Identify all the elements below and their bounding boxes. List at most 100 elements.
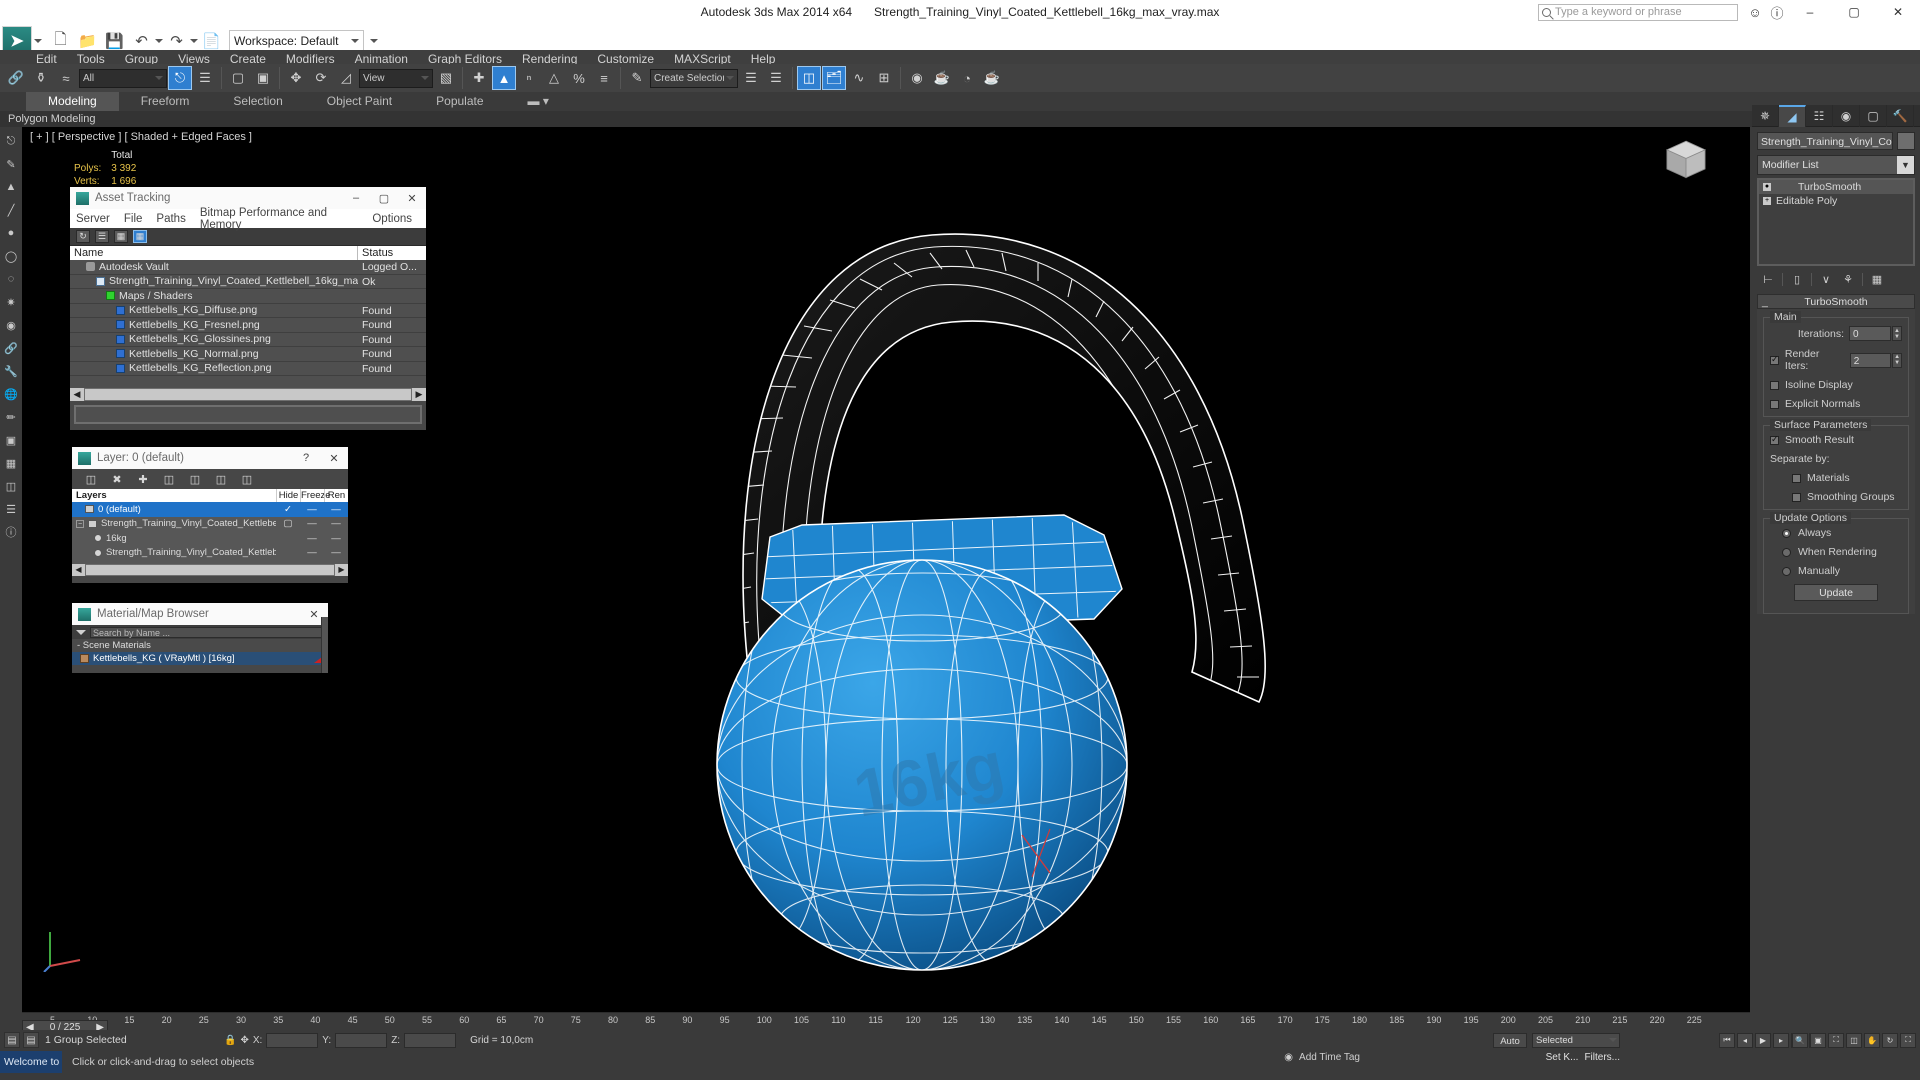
vertex-tool-icon[interactable]: ● bbox=[2, 224, 20, 242]
spinner-snap-icon[interactable]: ≡ bbox=[592, 66, 616, 90]
view-cube[interactable] bbox=[1660, 136, 1712, 188]
layer-column-freeze[interactable]: Freeze bbox=[300, 489, 331, 502]
layer-render-cell[interactable]: — bbox=[324, 504, 348, 515]
layer-row[interactable]: Strength_Training_Vinyl_Coated_Kettlebel… bbox=[72, 546, 348, 561]
asset-tracking-maximize[interactable]: ▢ bbox=[370, 187, 398, 209]
separate-smoothing-groups-checkbox[interactable] bbox=[1792, 492, 1801, 502]
separate-materials-checkbox[interactable] bbox=[1792, 473, 1801, 483]
modifier-list-combo[interactable]: Modifier List ▼ bbox=[1757, 155, 1915, 175]
rendered-frame-window-icon[interactable]: ◔ bbox=[955, 66, 979, 90]
brush-tool-icon[interactable]: ✏ bbox=[2, 408, 20, 426]
asset-column-status[interactable]: Status bbox=[358, 246, 426, 260]
render-production-icon[interactable]: ☕ bbox=[980, 66, 1004, 90]
add-time-tag-label[interactable]: Add Time Tag bbox=[1299, 1052, 1360, 1063]
z-input[interactable] bbox=[404, 1032, 457, 1048]
object-name-field[interactable]: Strength_Training_Vinyl_Coated_ bbox=[1757, 132, 1893, 150]
make-unique-icon[interactable]: ∨ bbox=[1818, 272, 1834, 287]
zoom-all-icon[interactable]: ▣ bbox=[1810, 1032, 1826, 1048]
motion-tab[interactable]: ◉ bbox=[1833, 105, 1860, 127]
layer-manager-icon[interactable]: ◫ bbox=[797, 66, 821, 90]
ribbon-tab-object-paint[interactable]: Object Paint bbox=[305, 92, 414, 111]
select-tool-icon[interactable]: ⎋ bbox=[2, 132, 20, 150]
list-tool-icon[interactable]: ☰ bbox=[2, 500, 20, 518]
asset-row[interactable]: Maps / Shaders bbox=[70, 289, 426, 304]
bind-to-space-warp-icon[interactable]: ≈ bbox=[54, 66, 78, 90]
paint-tool-icon[interactable]: ✎ bbox=[2, 155, 20, 173]
material-map-browser[interactable]: Material/Map Browser ✕ Search by Name ..… bbox=[72, 603, 328, 673]
select-objects-icon[interactable]: ◫ bbox=[162, 472, 176, 486]
signin-icon[interactable]: ☺ bbox=[1744, 2, 1766, 22]
pan-icon[interactable]: ✋ bbox=[1864, 1032, 1880, 1048]
workspace-selector[interactable]: Workspace: Default bbox=[229, 30, 364, 52]
qa-more-caret-icon[interactable] bbox=[369, 39, 378, 43]
asset-tracking-hscrollbar[interactable]: ◀ ▶ bbox=[70, 388, 426, 401]
maximize-button[interactable]: ▢ bbox=[1832, 0, 1876, 24]
rollout-collapse-icon[interactable]: _ bbox=[1762, 295, 1768, 310]
modifier-stack[interactable]: ● TurboSmooth + Editable Poly bbox=[1757, 178, 1915, 266]
app-menu-caret-icon[interactable] bbox=[34, 39, 42, 43]
layer-render-cell[interactable]: — bbox=[324, 533, 348, 544]
cube-tool-icon[interactable]: ▣ bbox=[2, 431, 20, 449]
expand-collapse-icon[interactable]: − bbox=[76, 519, 84, 528]
select-by-name-icon[interactable]: ☰ bbox=[193, 66, 217, 90]
y-input[interactable] bbox=[335, 1032, 388, 1048]
add-selection-icon[interactable]: ✚ bbox=[136, 472, 150, 486]
update-when-rendering-radio[interactable] bbox=[1782, 547, 1791, 557]
circle-tool-icon[interactable]: ◌ bbox=[2, 270, 20, 288]
script-listener-icon[interactable]: ▤ bbox=[4, 1032, 20, 1048]
previous-frame-icon[interactable]: ◂ bbox=[1737, 1032, 1753, 1048]
scroll-thumb[interactable] bbox=[86, 565, 334, 575]
percent-snap-icon[interactable]: % bbox=[567, 66, 591, 90]
select-link-icon[interactable]: 🔗 bbox=[4, 66, 28, 90]
play-icon[interactable]: ▶ bbox=[1755, 1032, 1771, 1048]
edge-tool-icon[interactable]: ╱ bbox=[2, 201, 20, 219]
key-filters-button[interactable]: Filters... bbox=[1584, 1052, 1620, 1063]
modify-tab[interactable]: ◢ bbox=[1779, 105, 1806, 127]
pin-stack-icon[interactable]: ⊢ bbox=[1760, 272, 1776, 287]
layer-freeze-cell[interactable]: — bbox=[300, 547, 324, 558]
table-view-icon[interactable]: ▦ bbox=[133, 230, 147, 243]
asset-menu-options[interactable]: Options bbox=[372, 213, 412, 225]
ribbon-tab-modeling[interactable]: Modeling bbox=[26, 92, 119, 111]
layer-hide-cell[interactable]: ▢ bbox=[276, 518, 300, 529]
selection-set-combo[interactable]: Selected bbox=[1532, 1032, 1620, 1048]
use-pivot-point-icon[interactable]: ▧ bbox=[434, 66, 458, 90]
asset-tracking-list[interactable]: Autodesk Vault Logged O... Strength_Traini… bbox=[70, 260, 426, 388]
select-and-scale-icon[interactable]: ◿ bbox=[334, 66, 358, 90]
auto-key-button[interactable]: Auto bbox=[1493, 1032, 1527, 1048]
modifier-stack-item[interactable]: ● TurboSmooth bbox=[1759, 180, 1913, 194]
select-object-icon[interactable]: ⎋ bbox=[168, 66, 192, 90]
create-tab[interactable]: ✵ bbox=[1752, 105, 1779, 127]
select-and-rotate-icon[interactable]: ⟳ bbox=[309, 66, 333, 90]
unlink-icon[interactable]: ⚱ bbox=[29, 66, 53, 90]
schematic-view-icon[interactable]: ⊞ bbox=[872, 66, 896, 90]
edit-named-selection-icon[interactable]: ✎ bbox=[625, 66, 649, 90]
grid-tool-icon[interactable]: ▦ bbox=[2, 454, 20, 472]
scene-explorer-icon[interactable]: 🗂 bbox=[822, 66, 846, 90]
maximize-viewport-icon[interactable]: ⛶ bbox=[1900, 1032, 1916, 1048]
help-tool-icon[interactable]: ⓘ bbox=[2, 523, 20, 541]
layer-dialog-titlebar[interactable]: Layer: 0 (default) ? ✕ bbox=[72, 447, 348, 469]
asset-row[interactable]: Strength_Training_Vinyl_Coated_Kettlebel… bbox=[70, 274, 426, 289]
rollout-header[interactable]: _ TurboSmooth bbox=[1757, 294, 1915, 309]
layer-row[interactable]: 0 (default) ✓ — — bbox=[72, 502, 348, 517]
scroll-left-icon[interactable]: ◀ bbox=[72, 564, 85, 576]
material-search-input[interactable]: Search by Name ... bbox=[90, 626, 322, 638]
layer-row[interactable]: − Strength_Training_Vinyl_Coated_Kettlebe… bbox=[72, 517, 348, 532]
asset-row[interactable]: Kettlebells_KG_Glossines.png Found bbox=[70, 332, 426, 347]
selection-filter-combo[interactable]: All bbox=[79, 68, 167, 88]
scroll-right-icon[interactable]: ▶ bbox=[335, 564, 348, 576]
render-iters-input[interactable]: 2 bbox=[1849, 352, 1892, 368]
ring-tool-icon[interactable]: ◉ bbox=[2, 316, 20, 334]
layer-freeze-cell[interactable]: — bbox=[300, 504, 324, 515]
link-tool-icon[interactable]: 🔗 bbox=[2, 339, 20, 357]
window-crossing-icon[interactable]: ▣ bbox=[251, 66, 275, 90]
add-selected-objects-icon[interactable]: ◫ bbox=[214, 472, 228, 486]
layer-hide-cell[interactable]: ✓ bbox=[276, 504, 300, 515]
scroll-right-icon[interactable]: ▶ bbox=[412, 388, 426, 401]
update-manually-radio[interactable] bbox=[1782, 566, 1791, 576]
go-to-start-icon[interactable]: ⏮ bbox=[1719, 1032, 1735, 1048]
explicit-normals-checkbox[interactable] bbox=[1770, 399, 1779, 409]
create-new-layer-icon[interactable]: ◫ bbox=[84, 472, 98, 486]
layer-dialog-help[interactable]: ? bbox=[292, 447, 320, 469]
